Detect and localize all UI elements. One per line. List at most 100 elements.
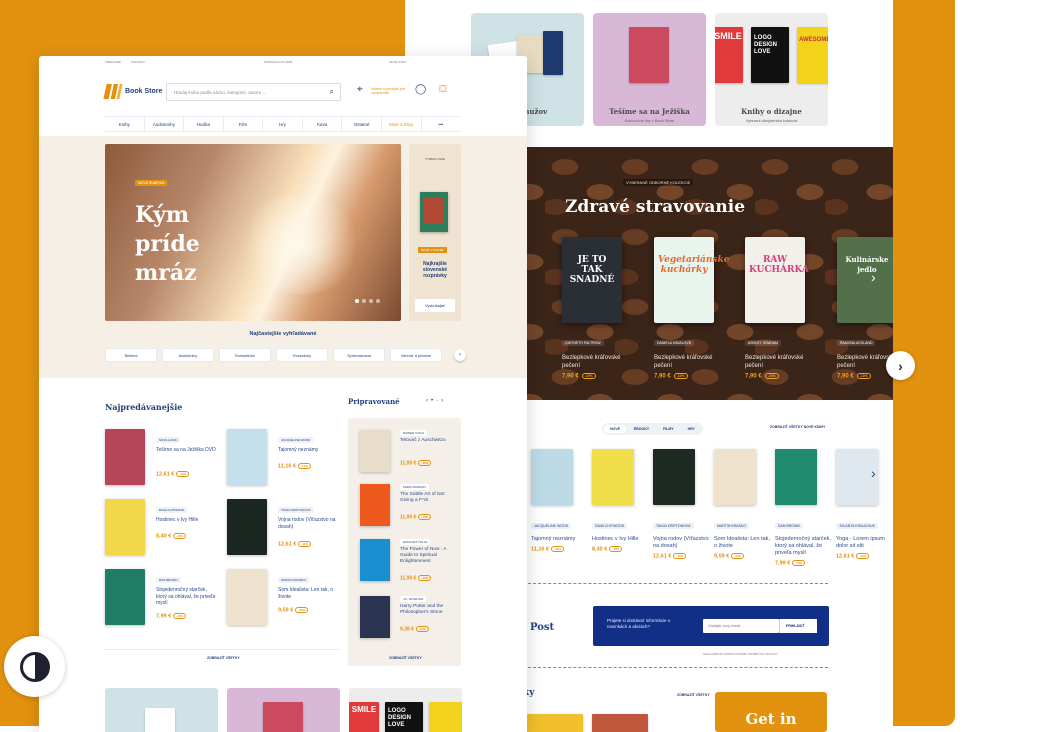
show-all-link[interactable]: ZOBRAZIŤ VŠETKY: [677, 693, 710, 697]
product-card[interactable]: DAVA CHITWOOD Hostinec v Ivy Hille 8,40 …: [105, 499, 220, 557]
topbar-link[interactable]: MOJE ÚČET: [389, 60, 406, 64]
discount-badge: -10%: [295, 607, 309, 613]
book-cover[interactable]: Vegetariánske kuchárky: [654, 237, 729, 323]
product-card[interactable]: MARTIN KRASKO Som Idealista: Len tak, o …: [714, 514, 772, 559]
chip-romance[interactable]: Romantické: [219, 348, 271, 362]
category-card[interactable]: Tešíme sa na Ježiška Exkluzívne iba v Bo…: [593, 13, 706, 126]
main-navigation: Knihy Audioknihy Hudba Film Hry Kava Ost…: [105, 116, 460, 132]
book-cover[interactable]: [592, 714, 648, 732]
carousel-dot[interactable]: [376, 299, 380, 303]
book-cover[interactable]: JE TO TAK SNADNÉ: [562, 237, 622, 323]
product-card[interactable]: JACQUELINE WOOD Tajomný neznámy 11,16 € -…: [531, 514, 589, 552]
category-card[interactable]: SMILE LOGO DESIGN LOVE: [349, 688, 462, 732]
discount-badge: -10%: [856, 553, 870, 559]
product-card[interactable]: TANJA KRIPTONOVÁ Vojna rodov (Víťazstvo …: [653, 514, 711, 559]
nav-item-film[interactable]: Film: [224, 117, 264, 131]
product-card[interactable]: J.K. ROWLING Harry Potter and the Philos…: [360, 596, 460, 641]
book-cover[interactable]: [527, 714, 583, 732]
nav-item-books[interactable]: Knihy: [105, 117, 145, 131]
tab-films[interactable]: FILMY: [657, 425, 680, 433]
nav-item-other[interactable]: Ostatné: [342, 117, 382, 131]
topbar-link[interactable]: DOPRAVA A PLATBA: [264, 60, 293, 64]
show-all-bestsellers-link[interactable]: ZOBRAZIŤ VŠETKY: [207, 656, 240, 660]
more-icon[interactable]: •••: [422, 117, 461, 131]
promo-banner-title: Get in: [745, 710, 797, 728]
email-input[interactable]: Zadajte svoj email...: [703, 619, 779, 633]
book-cover[interactable]: Kulinárske jedlo: [837, 237, 893, 323]
topbar-link[interactable]: KONTAKT: [131, 60, 145, 64]
product-price: 7,90 € -10%: [837, 373, 893, 380]
product-card[interactable]: MARTIN KRASKO Som Idealista: Len tak, o …: [227, 569, 342, 627]
book-cover[interactable]: [653, 449, 695, 505]
product-card[interactable]: GWYNETH PALTROW Bezlepkové kráľovské peč…: [562, 331, 634, 380]
nav-item-games[interactable]: Hry: [263, 117, 303, 131]
author-badge: JOLANTA KRAUCHUK: [836, 523, 878, 529]
chip-cooking[interactable]: Varenie a pečenie: [390, 348, 442, 362]
category-card[interactable]: [227, 688, 340, 732]
book-cover[interactable]: [420, 192, 448, 232]
product-card[interactable]: NIKOLA AND Tešíme sa na Ježiška DVD 12,6…: [105, 429, 220, 487]
nav-item-coffee[interactable]: Kava: [303, 117, 343, 131]
promo-button[interactable]: Vyskúšajte!: [415, 299, 455, 312]
category-card[interactable]: [105, 688, 218, 732]
product-card[interactable]: JACQUELINE WOOD Tajomný neznámy 11,16 € -…: [227, 429, 342, 487]
book-cover[interactable]: [775, 449, 817, 505]
carousel-next-icon[interactable]: ›: [871, 465, 876, 481]
topbar-link[interactable]: PREDAJNE: [105, 60, 121, 64]
product-card[interactable]: RAINER KOCH Tetovač z Auschwitzu 11,90 €…: [360, 430, 460, 475]
nav-item-audiobooks[interactable]: Audioknihy: [145, 117, 185, 131]
logo[interactable]: Book Store: [103, 84, 162, 99]
nav-item-special[interactable]: Mole a Elixy: [382, 117, 422, 131]
product-card[interactable]: DANIELA KAVALOVÁ Bezlepkové kráľovské pe…: [654, 331, 726, 380]
discount-badge: -10%: [415, 626, 429, 632]
product-price: 11,90 € -10%: [400, 575, 432, 581]
tab-new[interactable]: NOVÉ: [604, 425, 626, 433]
show-all-upcoming-link[interactable]: ZOBRAZIŤ VŠETKY: [389, 656, 422, 660]
product-card[interactable]: DAN BROWN Stojedenročný starček, ktorý s…: [105, 569, 220, 627]
tab-ebooks[interactable]: ÉBOOKY: [628, 425, 655, 433]
product-price: 7,90 € -10%: [562, 373, 634, 380]
product-card[interactable]: RAMONA ACKLAND Bezlepkové kráľovské peče…: [837, 331, 893, 380]
product-card[interactable]: JOLANTA KRAUCHUK Yoga - Lorem ipsum dolo…: [836, 514, 893, 559]
product-card[interactable]: DAVA CHITWOOD Hostinec v Ivy Hille 8,40 …: [592, 514, 650, 552]
store-selector[interactable]: Vyberte si predajňu pre vyzdvihnutie: [371, 87, 411, 95]
discount-badge: -10%: [673, 553, 687, 559]
contrast-toggle-button[interactable]: [4, 636, 65, 697]
tab-games[interactable]: HRY: [682, 425, 701, 433]
search-icon[interactable]: ⌕: [330, 87, 334, 97]
book-cover[interactable]: [714, 449, 756, 505]
product-card[interactable]: DAN BROWN Stojedenročný starček, ktorý s…: [775, 514, 833, 566]
carousel-dot[interactable]: [355, 299, 359, 303]
chip-guides[interactable]: Sprievodcovia: [333, 348, 385, 362]
chip-audiobooks[interactable]: Audioknihy: [162, 348, 214, 362]
book-cover[interactable]: RAW KUCHÁRKA: [745, 237, 809, 323]
category-card[interactable]: SMILE LOGO DESIGN LOVE AWESOME Knihy o d…: [715, 13, 828, 126]
carousel-dot[interactable]: [362, 299, 366, 303]
promo-banner[interactable]: Get in: [715, 692, 827, 732]
subscribe-button[interactable]: PRIHLÁSIŤ: [779, 619, 817, 633]
consent-checkbox[interactable]: SÚHLASÍM SO SPRACOVANÍM OSOBNÝCH ÚDAJOV: [703, 652, 777, 656]
carousel-dot[interactable]: [369, 299, 373, 303]
location-pin-icon[interactable]: ⌖: [357, 84, 363, 95]
hero-banner[interactable]: NOVÁ RUBRIKA Kým príde mráz: [105, 144, 401, 321]
chip-fiction[interactable]: Beletria: [105, 348, 157, 362]
chevron-right-icon[interactable]: ›: [886, 351, 915, 380]
user-icon[interactable]: ◯: [415, 84, 426, 95]
cart-icon[interactable]: ⛋: [439, 84, 447, 95]
filter-tabs: NOVÉ ÉBOOKY FILMY HRY: [602, 423, 703, 435]
product-card[interactable]: ECKHART TOLLE The Power of Now : A Guide…: [360, 539, 460, 584]
hero-tag: NOVÁ RUBRIKA: [135, 180, 168, 186]
search-input[interactable]: Hľadaj knihu podľa názvu, kategórie, aut…: [166, 83, 341, 101]
chip-fairy-tales[interactable]: Rozprávky: [276, 348, 328, 362]
upcoming-carousel-controls[interactable]: ‹•·›: [426, 398, 446, 404]
show-all-new-link[interactable]: ZOBRAZIŤ VŠETKY NOVÉ KNIHY: [770, 425, 825, 429]
book-cover[interactable]: [531, 449, 573, 505]
book-cover[interactable]: [592, 449, 634, 505]
product-card[interactable]: TANJA KRIPTONOVÁ Vojna rodov (Víťazstvo …: [227, 499, 342, 557]
product-name: Som Idealista: Len tak, o živote: [714, 536, 770, 549]
product-card[interactable]: MARK MANSON The Subtle Art of Not Giving…: [360, 484, 460, 529]
product-card[interactable]: ASHLEY GRAHAM Bezlepkové kráľovské pečen…: [745, 331, 817, 380]
carousel-next-icon[interactable]: ›: [871, 269, 876, 285]
chevron-right-icon[interactable]: ›: [454, 349, 466, 361]
nav-item-music[interactable]: Hudba: [184, 117, 224, 131]
